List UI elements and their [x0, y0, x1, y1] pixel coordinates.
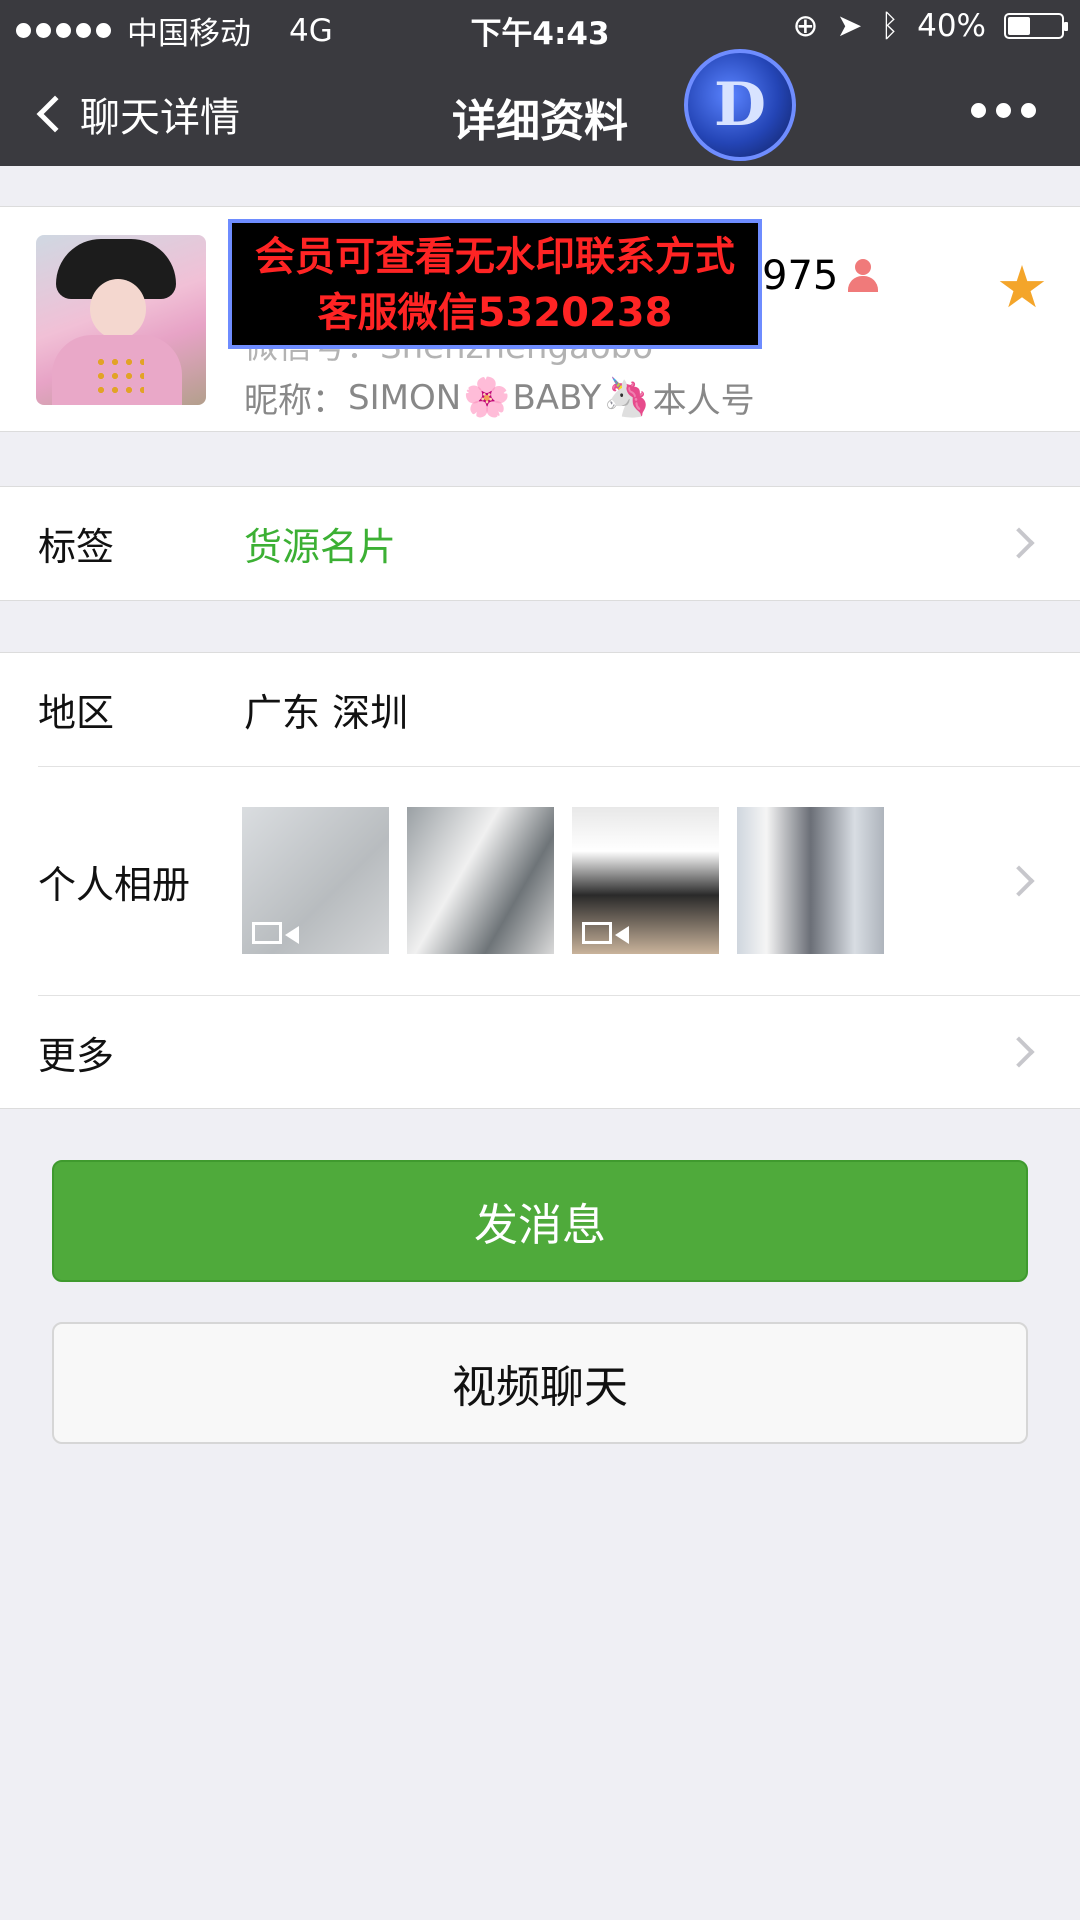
video-icon [252, 922, 299, 944]
nickname-part-2: BABY [512, 377, 602, 418]
chevron-right-icon [1003, 527, 1035, 559]
rotation-lock-icon: ⊕ [792, 8, 819, 44]
album-photo [572, 807, 719, 954]
more-label: 更多 [38, 1033, 115, 1078]
flower-icon: 🌸 [463, 375, 511, 419]
watermark-line-1: 会员可查看无水印联系方式 [255, 234, 735, 280]
tag-section: 标签 货源名片 [0, 486, 1080, 601]
album-photo [737, 807, 884, 954]
status-right: ⊕ ➤ ᛒ 40% [792, 8, 1068, 44]
watermark-line-2: 客服微信5320238 [317, 290, 673, 336]
tag-label: 标签 [38, 524, 115, 569]
nickname: 昵称： SIMON 🌸 BABY 🦄 本人号 [244, 373, 755, 422]
album-photo [407, 807, 554, 954]
album-label: 个人相册 [38, 862, 191, 907]
nav-bar: 聊天详情 详细资料 D [0, 49, 1080, 166]
details-section: 地区 广东 深圳 个人相册 更多 [0, 652, 1080, 1109]
female-icon [846, 259, 880, 293]
album-row[interactable]: 个人相册 [0, 767, 1080, 995]
more-row[interactable]: 更多 [0, 996, 1080, 1108]
profile-card: 微信号：Shenzhengaobo 会员可查看无水印联系方式 客服微信53202… [0, 206, 1080, 432]
nickname-part-3: 本人号 [652, 381, 755, 421]
chevron-right-icon [1003, 865, 1035, 897]
nickname-part-1: SIMON [348, 377, 462, 418]
page-title: 详细资料 [452, 96, 628, 147]
album-photos [242, 807, 884, 954]
region-label: 地区 [38, 691, 115, 735]
watermark-overlay: 会员可查看无水印联系方式 客服微信5320238 [228, 219, 762, 349]
dot-icon [1021, 103, 1036, 118]
chevron-right-icon [1003, 1036, 1035, 1068]
region-value: 广东 深圳 [244, 691, 409, 735]
dot-icon [996, 103, 1011, 118]
video-icon [582, 922, 629, 944]
region-row: 地区 广东 深圳 [0, 653, 1080, 766]
star-icon[interactable]: ★ [996, 253, 1048, 321]
more-options-button[interactable] [971, 103, 1036, 118]
nickname-label: 昵称： [244, 381, 346, 421]
status-bar: 中国移动 4G 下午4:43 ⊕ ➤ ᛒ 40% [0, 0, 1080, 55]
bluetooth-icon: ᛒ [880, 8, 900, 44]
display-name-text: 975 [762, 253, 839, 299]
brand-logo: D [684, 49, 796, 161]
avatar[interactable] [36, 235, 206, 405]
video-call-button[interactable]: 视频聊天 [52, 1322, 1028, 1444]
tag-row[interactable]: 标签 货源名片 [0, 487, 1080, 599]
tag-value: 货源名片 [244, 524, 397, 569]
send-message-button[interactable]: 发消息 [52, 1160, 1028, 1282]
location-icon: ➤ [836, 8, 863, 44]
unicorn-icon: 🦄 [603, 375, 651, 419]
dot-icon [971, 103, 986, 118]
album-photo [242, 807, 389, 954]
battery-percent: 40% [917, 8, 986, 44]
battery-icon [1004, 13, 1068, 39]
display-name: 975 [762, 253, 880, 299]
top-bar: 中国移动 4G 下午4:43 ⊕ ➤ ᛒ 40% 聊天详情 详细资料 D [0, 0, 1080, 166]
